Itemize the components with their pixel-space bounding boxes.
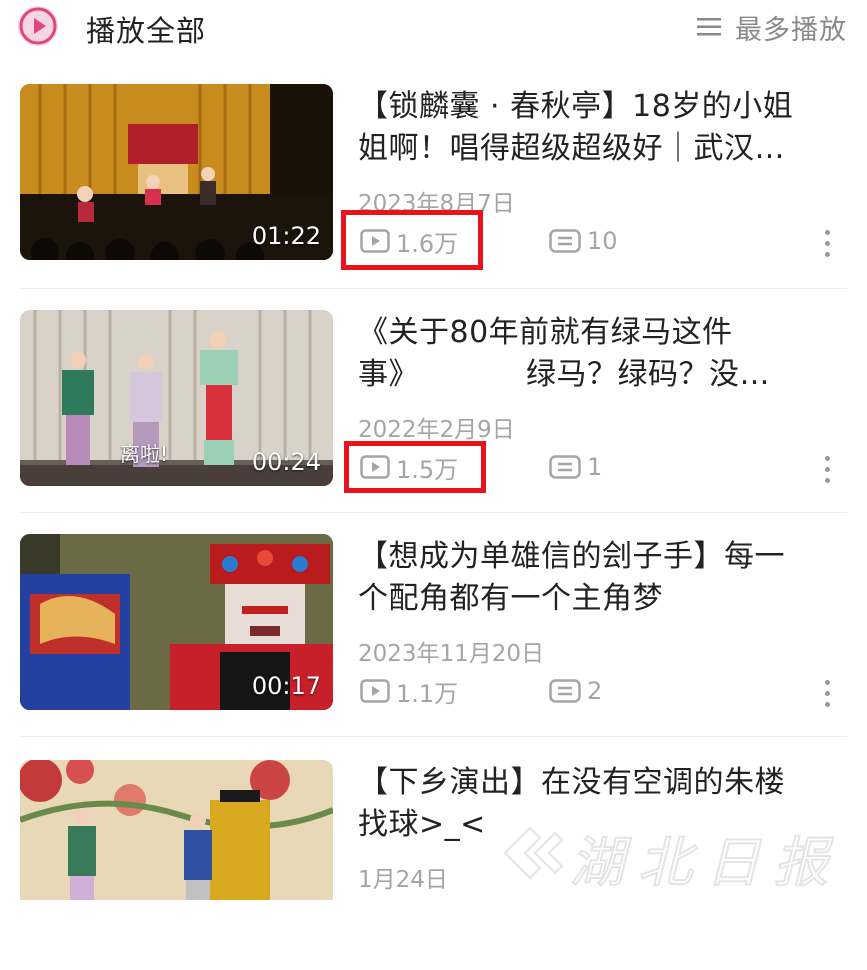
video-title[interactable]: 《关于80年前就有绿马这件 事》 绿马？绿码？没… [358, 312, 848, 396]
thumbnail-caption: 离啦! [120, 442, 169, 466]
divider [20, 736, 847, 737]
video-duration: 00:24 [251, 448, 321, 476]
comment-count: 1 [549, 450, 602, 484]
view-count-highlight [341, 210, 483, 270]
sort-button[interactable]: 最多播放 [697, 10, 847, 46]
video-date: 2023年11月20日 [358, 641, 545, 667]
divider [20, 288, 847, 289]
video-thumbnail[interactable]: 01:22 [20, 84, 333, 260]
comment-icon [549, 455, 581, 479]
play-all-button[interactable]: 播放全部 [86, 8, 206, 50]
video-title[interactable]: 【想成为单雄信的刽子手】每一 个配角都有一个主角梦 [358, 536, 848, 620]
watermark-logo-icon [503, 826, 564, 880]
video-thumbnail[interactable]: 离啦! 00:24 [20, 310, 333, 486]
video-thumbnail[interactable]: 00:17 [20, 534, 333, 710]
video-thumbnail[interactable] [20, 760, 333, 900]
video-duration: 00:17 [251, 672, 321, 700]
comment-count: 2 [549, 674, 602, 708]
video-list-item[interactable]: 01:22 【锁麟囊 · 春秋亭】18岁的小姐 姐啊！唱得超级超级好｜武汉… 2… [0, 84, 867, 294]
comment-icon [549, 229, 581, 253]
comment-icon [549, 679, 581, 703]
more-vertical-icon[interactable] [818, 680, 836, 712]
video-list-item[interactable]: 00:17 【想成为单雄信的刽子手】每一 个配角都有一个主角梦 2023年11月… [0, 534, 867, 744]
comment-count: 10 [549, 224, 618, 258]
list-sort-icon [697, 18, 721, 36]
divider [20, 512, 847, 513]
view-count: 1.1万 [360, 674, 458, 708]
watermark: 湖北日报 [500, 812, 860, 895]
video-list-item[interactable]: 离啦! 00:24 《关于80年前就有绿马这件 事》 绿马？绿码？没… 2022… [0, 310, 867, 520]
video-title[interactable]: 【锁麟囊 · 春秋亭】18岁的小姐 姐啊！唱得超级超级好｜武汉… [358, 86, 848, 170]
watermark-text: 湖北日报 [569, 830, 842, 895]
video-date: 2022年2月9日 [358, 417, 515, 443]
header-bar: 播放全部 最多播放 [0, 0, 867, 58]
more-vertical-icon[interactable] [818, 456, 836, 488]
play-count-icon [360, 679, 390, 703]
video-duration: 01:22 [251, 222, 321, 250]
video-date: 1月24日 [358, 867, 448, 893]
sort-label: 最多播放 [735, 14, 847, 46]
view-count-highlight [344, 441, 486, 493]
play-circle-icon[interactable] [18, 6, 58, 46]
more-vertical-icon[interactable] [818, 230, 836, 262]
